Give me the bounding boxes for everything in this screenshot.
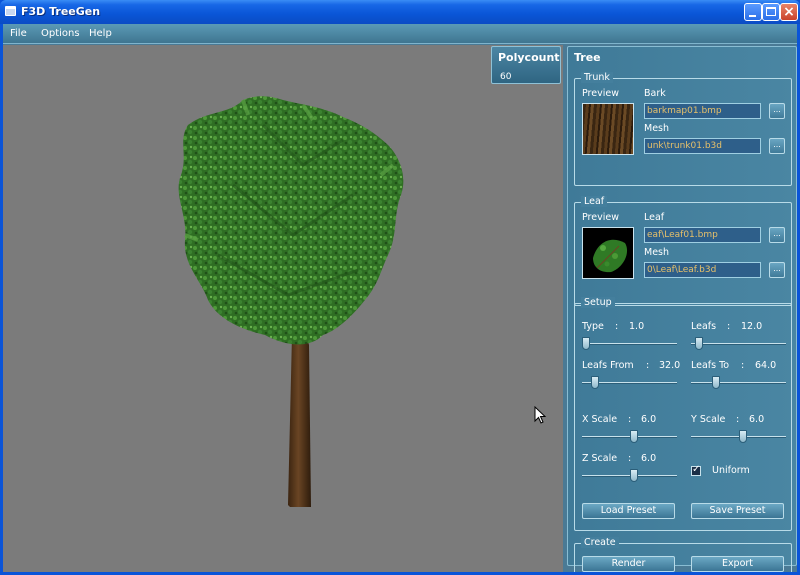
leafs-from-label: Leafs From	[582, 360, 634, 371]
tree-render	[178, 96, 404, 507]
leafs-to-slider-knob[interactable]	[712, 376, 720, 389]
y-scale-label: Y Scale	[691, 414, 726, 425]
leafs-to-slider-track	[691, 382, 786, 384]
leafs-sep: :	[727, 321, 731, 332]
leaf-preview-label: Preview	[582, 212, 619, 223]
setup-group-label: Setup	[581, 297, 615, 308]
leaf-texture-field[interactable]: eaf\Leaf01.bmp	[644, 227, 761, 243]
z-scale-value: 6.0	[641, 453, 657, 464]
x-scale-label: X Scale	[582, 414, 618, 425]
type-slider[interactable]	[582, 337, 677, 351]
trunk-preview-label: Preview	[582, 88, 619, 99]
leaf-mesh-label: Mesh	[644, 247, 670, 258]
close-icon: ×	[783, 4, 795, 20]
z-scale-sep: :	[628, 453, 632, 464]
export-button[interactable]: Export	[691, 556, 784, 572]
title-bar[interactable]: F3D TreeGen ×	[0, 0, 800, 24]
leafs-slider-track	[691, 343, 786, 345]
create-group: Create Render Export	[574, 537, 792, 575]
leaf-mesh-field[interactable]: 0\Leaf\Leaf.b3d	[644, 262, 761, 278]
minimize-icon	[749, 15, 756, 17]
minimize-button[interactable]	[744, 3, 762, 21]
leafs-to-sep: :	[741, 360, 745, 371]
trunk-group-label: Trunk	[581, 72, 613, 83]
leafs-to-slider[interactable]	[691, 376, 786, 390]
leaf-mesh-browse-button[interactable]: ...	[769, 262, 785, 278]
leafs-slider[interactable]	[691, 337, 786, 351]
setup-group: Setup Type : 1.0 Leafs : 12.0 Leafs From…	[574, 297, 792, 531]
y-scale-slider-knob[interactable]	[739, 430, 747, 443]
bark-field[interactable]: barkmap01.bmp	[644, 103, 761, 119]
y-scale-slider[interactable]	[691, 430, 786, 444]
menu-options[interactable]: Options	[41, 28, 80, 39]
trunk-mesh-field[interactable]: unk\trunk01.b3d	[644, 138, 761, 154]
tree-canopy	[178, 96, 404, 345]
menu-help[interactable]: Help	[89, 28, 112, 39]
create-group-label: Create	[581, 537, 619, 548]
trunk-mesh-browse-button[interactable]: ...	[769, 138, 785, 154]
y-scale-value: 6.0	[749, 414, 765, 425]
menu-file[interactable]: File	[10, 28, 27, 39]
x-scale-sep: :	[628, 414, 632, 425]
polycount-value: 60	[500, 72, 512, 82]
menu-bar: File Options Help	[3, 24, 797, 44]
type-sep: :	[615, 321, 619, 332]
leafs-from-slider[interactable]	[582, 376, 677, 390]
load-preset-button[interactable]: Load Preset	[582, 503, 675, 519]
leafs-from-slider-knob[interactable]	[591, 376, 599, 389]
trunk-mesh-label: Mesh	[644, 123, 670, 134]
bark-browse-button[interactable]: ...	[769, 103, 785, 119]
polycount-title: Polycount	[498, 51, 560, 64]
render-viewport[interactable]	[3, 45, 563, 572]
type-slider-knob[interactable]	[582, 337, 590, 350]
z-scale-slider[interactable]	[582, 469, 677, 483]
leafs-label: Leafs	[691, 321, 717, 332]
type-slider-track	[582, 343, 677, 345]
leafs-to-label: Leafs To	[691, 360, 730, 371]
z-scale-slider-knob[interactable]	[630, 469, 638, 482]
trunk-group: Trunk Preview Bark barkmap01.bmp ... Mes…	[574, 72, 792, 186]
window-title: F3D TreeGen	[21, 5, 101, 18]
app-client-area: File Options Help Polycount 60 Tree Trun…	[3, 24, 797, 575]
z-scale-label: Z Scale	[582, 453, 618, 464]
leafs-slider-knob[interactable]	[695, 337, 703, 350]
type-label: Type	[582, 321, 604, 332]
y-scale-sep: :	[736, 414, 740, 425]
bark-label: Bark	[644, 88, 666, 99]
x-scale-slider[interactable]	[582, 430, 677, 444]
leaf-texture-label: Leaf	[644, 212, 665, 223]
leaf-texture-browse-button[interactable]: ...	[769, 227, 785, 243]
leaf-group-label: Leaf	[581, 196, 608, 207]
panel-title: Tree	[574, 51, 601, 64]
tree-trunk	[288, 330, 311, 507]
tree-panel: Tree Trunk Preview Bark barkmap01.bmp ..…	[567, 46, 797, 575]
bark-preview-image	[582, 103, 634, 155]
close-button[interactable]: ×	[780, 3, 798, 21]
x-scale-slider-knob[interactable]	[630, 430, 638, 443]
leafs-to-value: 64.0	[755, 360, 777, 371]
maximize-button[interactable]	[762, 3, 780, 21]
x-scale-value: 6.0	[641, 414, 657, 425]
leafs-value: 12.0	[741, 321, 763, 332]
polycount-panel: Polycount 60	[491, 46, 561, 84]
leaf-preview-image	[582, 227, 634, 279]
leafs-from-value: 32.0	[659, 360, 681, 371]
leaf-group: Leaf Preview Leaf eaf\Leaf01.bmp ... Mes…	[574, 196, 792, 306]
maximize-icon	[766, 7, 776, 16]
uniform-checkbox[interactable]	[691, 464, 701, 476]
mouse-cursor-icon	[534, 406, 547, 424]
save-preset-button[interactable]: Save Preset	[691, 503, 784, 519]
app-window: F3D TreeGen × File Options Help Polycoun…	[0, 0, 800, 575]
type-value: 1.0	[629, 321, 645, 332]
render-button[interactable]: Render	[582, 556, 675, 572]
uniform-label: Uniform	[712, 465, 750, 476]
leafs-from-sep: :	[646, 360, 650, 371]
app-icon	[5, 6, 16, 16]
